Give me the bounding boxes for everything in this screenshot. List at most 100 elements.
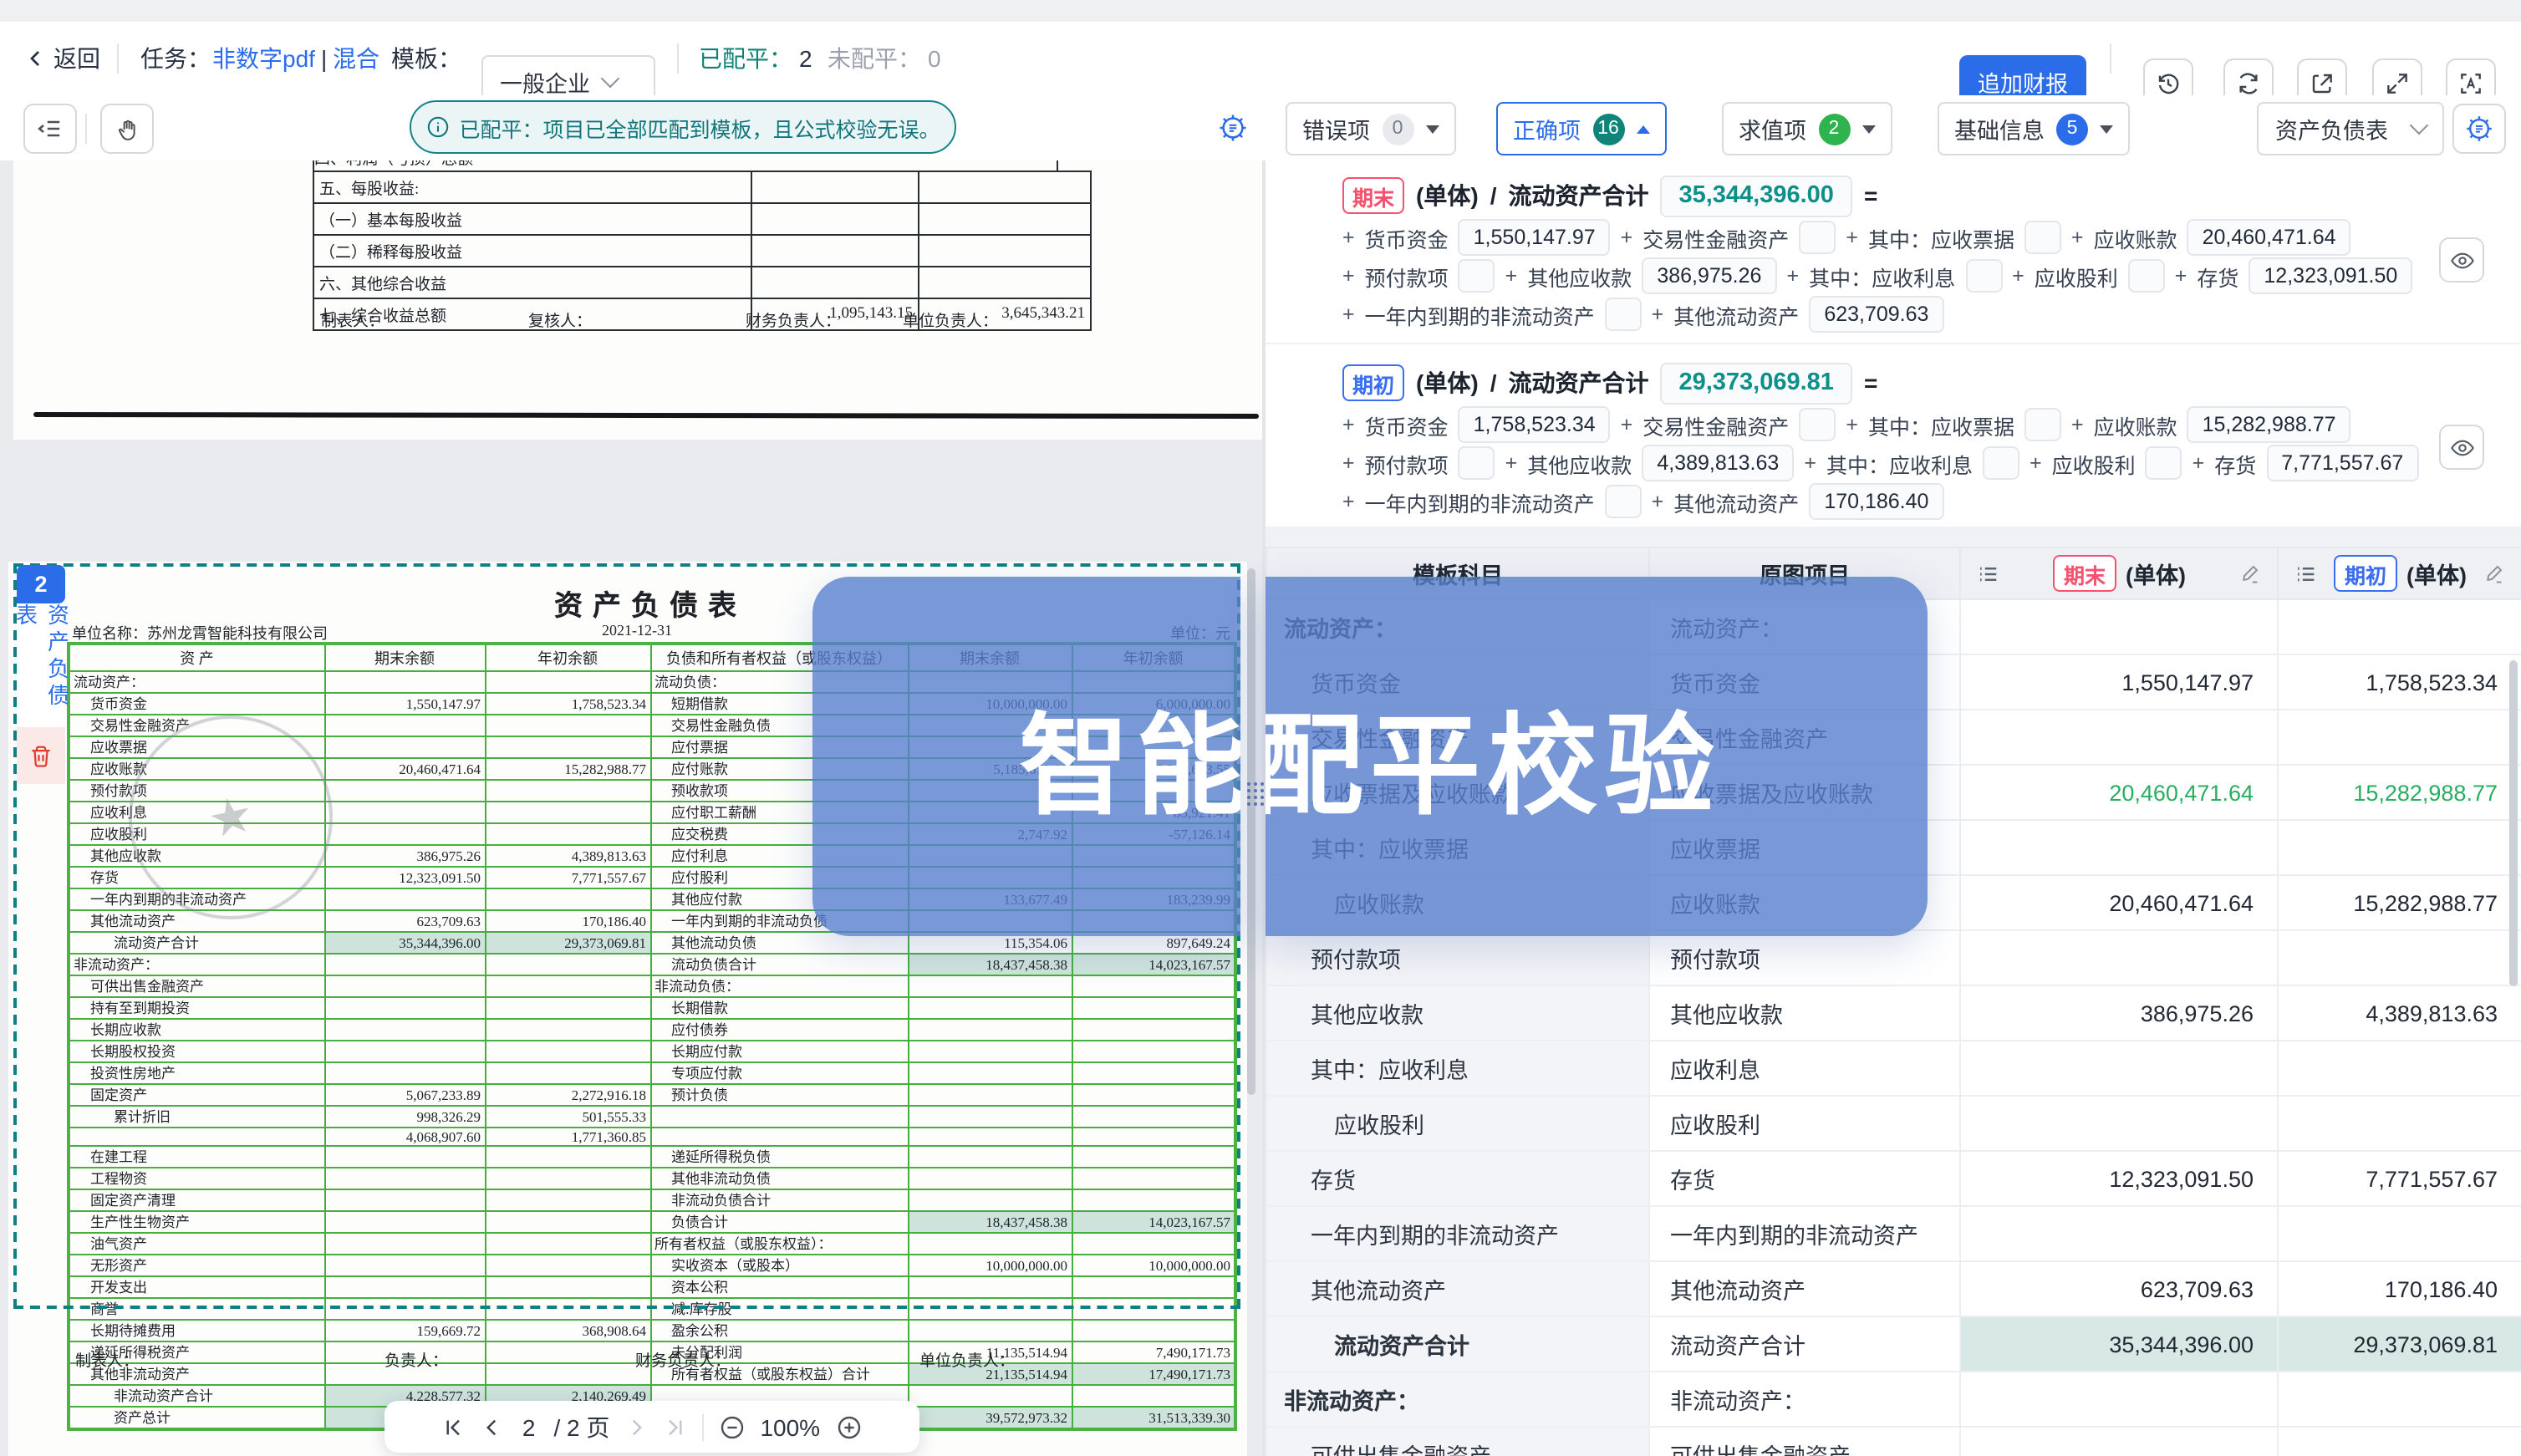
begin-value-cell[interactable] xyxy=(2278,820,2521,875)
drag-handle-dots[interactable] xyxy=(1247,782,1267,809)
zoom-in-button[interactable] xyxy=(835,1413,862,1440)
doc-cell: 其他非流动负债 xyxy=(650,1168,908,1189)
doc-cell xyxy=(908,1128,1072,1146)
begin-value-cell[interactable] xyxy=(2278,599,2521,654)
begin-value-cell[interactable]: 15,282,988.77 xyxy=(2278,765,2521,820)
right-settings-button[interactable] xyxy=(2452,104,2506,154)
doc-cell xyxy=(1072,1146,1235,1168)
filter-evaluated[interactable]: 求值项2 xyxy=(1722,102,1892,155)
formula-empty-box[interactable] xyxy=(1983,446,2019,480)
preview-eye-button[interactable] xyxy=(2439,237,2484,283)
formula-empty-box[interactable] xyxy=(2024,221,2061,254)
col-header-end-period[interactable]: 期末(单体) xyxy=(1960,547,2278,599)
end-value-cell[interactable] xyxy=(1960,820,2278,875)
begin-value-cell[interactable] xyxy=(2278,1372,2521,1427)
doc-cell: 生产性生物资产 xyxy=(69,1211,324,1233)
formula-value-box[interactable]: 170,186.40 xyxy=(1809,483,1943,520)
left-settings-button[interactable] xyxy=(1207,104,1257,150)
end-value-cell[interactable] xyxy=(1960,1206,2278,1261)
formula-value-box[interactable]: 20,460,471.64 xyxy=(2187,219,2351,256)
end-value-cell[interactable]: 1,550,147.97 xyxy=(1960,654,2278,710)
detail-list-icon[interactable] xyxy=(1976,561,2001,586)
doc-cell xyxy=(324,1062,485,1084)
right-panel-scrollbar[interactable] xyxy=(2509,660,2518,986)
formula-total-box[interactable]: 29,373,069.81 xyxy=(1660,362,1851,404)
formula-value-box[interactable]: 15,282,988.77 xyxy=(2187,406,2351,443)
formula-empty-box[interactable] xyxy=(1799,408,1836,441)
formula-empty-box[interactable] xyxy=(1459,259,1495,293)
begin-value-cell[interactable] xyxy=(2278,1096,2521,1151)
preview-eye-button[interactable] xyxy=(2439,425,2484,470)
col-header-begin-period[interactable]: 期初(单体) xyxy=(2278,547,2521,599)
end-value-cell[interactable] xyxy=(1960,1041,2278,1096)
begin-value-cell[interactable]: 1,758,523.34 xyxy=(2278,654,2521,710)
edit-pencil-icon[interactable] xyxy=(2483,562,2506,585)
doc-row: 六、其他综合收益 xyxy=(313,267,1091,298)
sheet-select[interactable]: 资产负债表 xyxy=(2257,102,2444,155)
formula-value-box[interactable]: 386,975.26 xyxy=(1642,257,1776,294)
pan-tool-button[interactable] xyxy=(100,104,154,154)
end-value-cell[interactable] xyxy=(1960,1096,2278,1151)
pagination-bar: 2 / 2 页 100% xyxy=(385,1401,919,1453)
end-value-cell[interactable]: 12,323,091.50 xyxy=(1960,1151,2278,1206)
doc-cell: 固定资产清理 xyxy=(69,1189,324,1211)
formula-empty-box[interactable] xyxy=(1605,298,1642,331)
doc-cell xyxy=(908,1276,1072,1298)
left-panel-scrollbar[interactable] xyxy=(1247,568,1255,1095)
formula-value-box[interactable]: 12,323,091.50 xyxy=(2249,257,2412,294)
formula-empty-box[interactable] xyxy=(2146,446,2182,480)
sheet-tab-index[interactable]: 2 xyxy=(17,565,65,603)
formula-value-box[interactable]: 623,709.63 xyxy=(1809,296,1943,333)
zoom-out-button[interactable] xyxy=(718,1413,745,1440)
doc-cell: 长期待摊费用 xyxy=(69,1320,324,1341)
formula-value-box[interactable]: 1,550,147.97 xyxy=(1459,219,1611,256)
filter-errors[interactable]: 错误项0 xyxy=(1286,102,1455,155)
begin-value-cell[interactable] xyxy=(2278,930,2521,985)
back-button[interactable]: 返回 xyxy=(25,22,100,95)
detail-list-icon[interactable] xyxy=(2294,561,2319,586)
begin-value-cell[interactable] xyxy=(2278,1206,2521,1261)
edit-pencil-icon[interactable] xyxy=(2238,562,2262,585)
begin-value-cell[interactable] xyxy=(2278,1427,2521,1456)
begin-value-cell[interactable] xyxy=(2278,710,2521,765)
end-value-cell[interactable]: 20,460,471.64 xyxy=(1960,875,2278,930)
formula-value-box[interactable]: 7,771,557.67 xyxy=(2266,445,2418,481)
end-value-cell[interactable]: 386,975.26 xyxy=(1960,985,2278,1041)
formula-value-box[interactable]: 1,758,523.34 xyxy=(1459,406,1611,443)
end-value-cell[interactable] xyxy=(1960,1427,2278,1456)
filter-basic-info[interactable]: 基础信息5 xyxy=(1938,102,2130,155)
end-value-cell[interactable] xyxy=(1960,599,2278,654)
task-name-link[interactable]: 非数字pdf xyxy=(212,22,315,95)
outline-toggle-button[interactable] xyxy=(23,104,77,154)
formula-value-box[interactable]: 4,389,813.63 xyxy=(1642,445,1794,481)
end-value-cell[interactable] xyxy=(1960,930,2278,985)
end-value-cell[interactable] xyxy=(1960,710,2278,765)
begin-value-cell[interactable]: 170,186.40 xyxy=(2278,1261,2521,1316)
formula-empty-box[interactable] xyxy=(1965,259,2002,293)
begin-value-cell[interactable]: 29,373,069.81 xyxy=(2278,1316,2521,1372)
task-mode-link[interactable]: 混合 xyxy=(333,22,379,95)
end-value-cell[interactable]: 20,460,471.64 xyxy=(1960,765,2278,820)
formula-empty-box[interactable] xyxy=(2024,408,2061,441)
sheet-tab-label[interactable]: 资产负债表 xyxy=(17,603,65,727)
begin-value-cell[interactable]: 7,771,557.67 xyxy=(2278,1151,2521,1206)
last-page-button[interactable] xyxy=(663,1415,686,1438)
begin-value-cell[interactable] xyxy=(2278,1041,2521,1096)
formula-total-box[interactable]: 35,344,396.00 xyxy=(1660,175,1851,216)
filter-correct[interactable]: 正确项16 xyxy=(1496,102,1666,155)
end-value-cell[interactable] xyxy=(1960,1372,2278,1427)
doc-row: 长期待摊费用159,669.72368,908.64盈余公积 xyxy=(69,1320,1235,1341)
next-page-button[interactable] xyxy=(624,1415,648,1438)
formula-empty-box[interactable] xyxy=(1605,485,1642,518)
end-value-cell[interactable]: 35,344,396.00 xyxy=(1960,1316,2278,1372)
formula-empty-box[interactable] xyxy=(2128,259,2165,293)
prev-page-button[interactable] xyxy=(481,1415,504,1438)
delete-sheet-button[interactable] xyxy=(17,727,65,784)
formula-empty-box[interactable] xyxy=(1459,446,1495,480)
first-page-button[interactable] xyxy=(442,1415,466,1438)
end-value-cell[interactable]: 623,709.63 xyxy=(1960,1261,2278,1316)
begin-value-cell[interactable]: 4,389,813.63 xyxy=(2278,985,2521,1041)
current-page[interactable]: 2 xyxy=(522,1413,536,1440)
begin-value-cell[interactable]: 15,282,988.77 xyxy=(2278,875,2521,930)
formula-empty-box[interactable] xyxy=(1799,221,1836,254)
